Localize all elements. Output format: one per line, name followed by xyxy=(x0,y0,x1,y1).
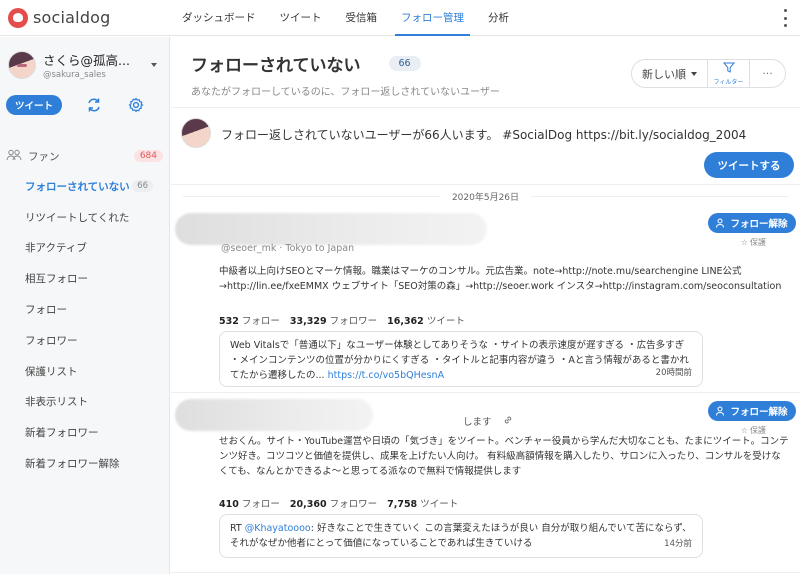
tweet-time: 14分前 xyxy=(664,539,692,549)
sidebar-item-protected[interactable]: 保護リスト xyxy=(0,356,169,387)
avatar xyxy=(181,118,211,148)
user-bio: 中級者以上向けSEOとマーケ情報。職業はマーケのコンサル。元広告業。note→h… xyxy=(219,266,782,292)
user-handle-line: @seoer_mk · Tokyo to Japan xyxy=(221,243,355,254)
user-stats: 532 フォロー 33,329 フォロワー 16,362 ツイート xyxy=(219,313,465,327)
nav-tweet[interactable]: ツイート xyxy=(268,0,334,36)
share-text: フォロー返しされていないユーザーが66人います。 #SocialDog http… xyxy=(221,128,747,142)
latest-tweet[interactable]: RT @Khayatoooo: 好きなことで生きていく この言葉変えたほうが良い… xyxy=(219,514,703,558)
follow-count: 532 xyxy=(219,316,239,327)
sidebar-item-mutual[interactable]: 相互フォロー xyxy=(0,263,169,294)
unfollow-label: フォロー解除 xyxy=(730,219,788,230)
sort-dropdown[interactable]: 新しい順 xyxy=(632,60,707,87)
filter-icon xyxy=(722,62,735,76)
gear-icon[interactable] xyxy=(126,95,146,115)
protect-label: 保護 xyxy=(750,238,766,247)
sidebar-item-label: フォローされていない xyxy=(25,180,130,193)
tweet-count: 16,362 xyxy=(387,316,424,327)
account-switcher[interactable]: さくら@孤高... @sakura_sales xyxy=(0,37,169,89)
user-handle-line: します xyxy=(463,414,513,428)
protect-toggle[interactable]: ☆ 保護 xyxy=(741,237,766,248)
filter-button[interactable]: フィルター xyxy=(707,60,749,87)
user-bio: せおくん。サイト・YouTube運営や日頃の「気づき」をツイート。ベンチャー役員… xyxy=(219,436,789,477)
logo-text: socialdog xyxy=(33,8,111,27)
user-handle-text: します xyxy=(463,417,492,428)
follower-count: 33,329 xyxy=(289,316,327,327)
more-menu-icon[interactable] xyxy=(784,9,788,27)
star-icon: ☆ xyxy=(740,238,748,247)
nav-follow-management[interactable]: フォロー管理 xyxy=(389,0,476,36)
blurred-user-info xyxy=(175,213,487,245)
tweet-button[interactable]: ツイート xyxy=(6,95,62,115)
unfollow-button[interactable]: フォロー解除 xyxy=(708,401,796,421)
tweets-label: ツイート xyxy=(420,499,459,510)
sidebar-item-new-unfollowers[interactable]: 新着フォロワー解除 xyxy=(0,448,169,479)
main-content: フォローされていない 66 あなたがフォローしているのに、フォロー返しされていな… xyxy=(171,37,800,574)
account-name: さくら@孤高... xyxy=(43,53,130,68)
sidebar-item-hidden[interactable]: 非表示リスト xyxy=(0,387,169,418)
tweet-count: 7,758 xyxy=(387,499,418,510)
page-header: フォローされていない 66 あなたがフォローしているのに、フォロー返しされていな… xyxy=(171,37,800,107)
filter-label: フィルター xyxy=(713,78,744,86)
date-separator: 2020年5月26日 xyxy=(171,185,800,207)
follow-count: 410 xyxy=(219,499,239,510)
tweet-text: Web Vitalsで「普通以下」なユーザー体験としてありそうな ・サイトの表示… xyxy=(230,340,689,381)
tweet-link[interactable]: https://t.co/vo5bQHesnA xyxy=(328,370,444,381)
group-icon xyxy=(6,149,22,164)
dog-logo-icon xyxy=(8,7,28,28)
follow-label: フォロー xyxy=(241,499,280,510)
chevron-down-icon xyxy=(691,71,697,76)
logo[interactable]: socialdog xyxy=(0,0,170,36)
sidebar-item-new-followers[interactable]: 新着フォロワー xyxy=(0,417,169,448)
followers-label: フォロワー xyxy=(329,316,378,327)
person-minus-icon xyxy=(716,218,726,228)
user-card: @seoer_mk · Tokyo to Japan フォロー解除 ☆ 保護 中… xyxy=(171,207,800,393)
toolbar: 新しい順 フィルター ··· xyxy=(631,59,786,88)
sidebar-item-retweeted[interactable]: リツイートしてくれた xyxy=(0,202,169,233)
date-label: 2020年5月26日 xyxy=(451,192,520,203)
chevron-down-icon xyxy=(151,63,157,67)
fan-count-badge: 684 xyxy=(133,150,163,162)
followers-label: フォロワー xyxy=(329,499,378,510)
sidebar-item-following[interactable]: フォロー xyxy=(0,294,169,325)
more-options-button[interactable]: ··· xyxy=(749,60,785,87)
sidebar-item-not-followed-back[interactable]: フォローされていない 66 xyxy=(0,171,169,202)
sort-label: 新しい順 xyxy=(642,67,686,81)
fan-label: ファン xyxy=(28,150,60,163)
blurred-user-info xyxy=(175,399,373,431)
tweet-share-button[interactable]: ツイートする xyxy=(704,152,794,178)
share-panel: フォロー返しされていないユーザーが66人います。 #SocialDog http… xyxy=(171,107,800,185)
link-icon[interactable] xyxy=(503,416,513,428)
sidebar-item-inactive[interactable]: 非アクティブ xyxy=(0,233,169,264)
tweet-time: 20時間前 xyxy=(655,368,692,378)
page-title: フォローされていない xyxy=(191,56,361,76)
top-bar: socialdog ダッシュボード ツイート 受信箱 フォロー管理 分析 xyxy=(0,0,800,36)
nav-dashboard[interactable]: ダッシュボード xyxy=(170,0,268,36)
tweet-mention[interactable]: @Khayatoooo xyxy=(245,523,311,534)
main-nav: ダッシュボード ツイート 受信箱 フォロー管理 分析 xyxy=(170,0,521,36)
unfollow-label: フォロー解除 xyxy=(730,407,788,418)
tweets-label: ツイート xyxy=(426,316,465,327)
nav-inbox[interactable]: 受信箱 xyxy=(334,0,390,36)
user-stats: 410 フォロー 20,360 フォロワー 7,758 ツイート xyxy=(219,496,458,510)
latest-tweet[interactable]: Web Vitalsで「普通以下」なユーザー体験としてありそうな ・サイトの表示… xyxy=(219,331,703,387)
follow-label: フォロー xyxy=(241,316,280,327)
follower-count: 20,360 xyxy=(289,499,327,510)
sidebar-section-fan[interactable]: ファン 684 xyxy=(0,145,169,167)
sidebar-item-count: 66 xyxy=(132,180,153,193)
person-minus-icon xyxy=(716,406,726,416)
refresh-icon[interactable] xyxy=(84,95,104,115)
sidebar-item-followers[interactable]: フォロワー xyxy=(0,325,169,356)
tweet-prefix: RT xyxy=(230,523,245,534)
sidebar: さくら@孤高... @sakura_sales ツイート ファン 684 フォロ… xyxy=(0,37,170,574)
avatar xyxy=(8,51,36,79)
nav-analytics[interactable]: 分析 xyxy=(476,0,521,36)
count-badge: 66 xyxy=(388,56,421,71)
unfollow-button[interactable]: フォロー解除 xyxy=(708,213,796,233)
user-card: します フォロー解除 ☆ 保護 せおくん。サイト・YouTube運営や日頃の「気… xyxy=(171,393,800,573)
account-handle: @sakura_sales xyxy=(43,70,106,80)
